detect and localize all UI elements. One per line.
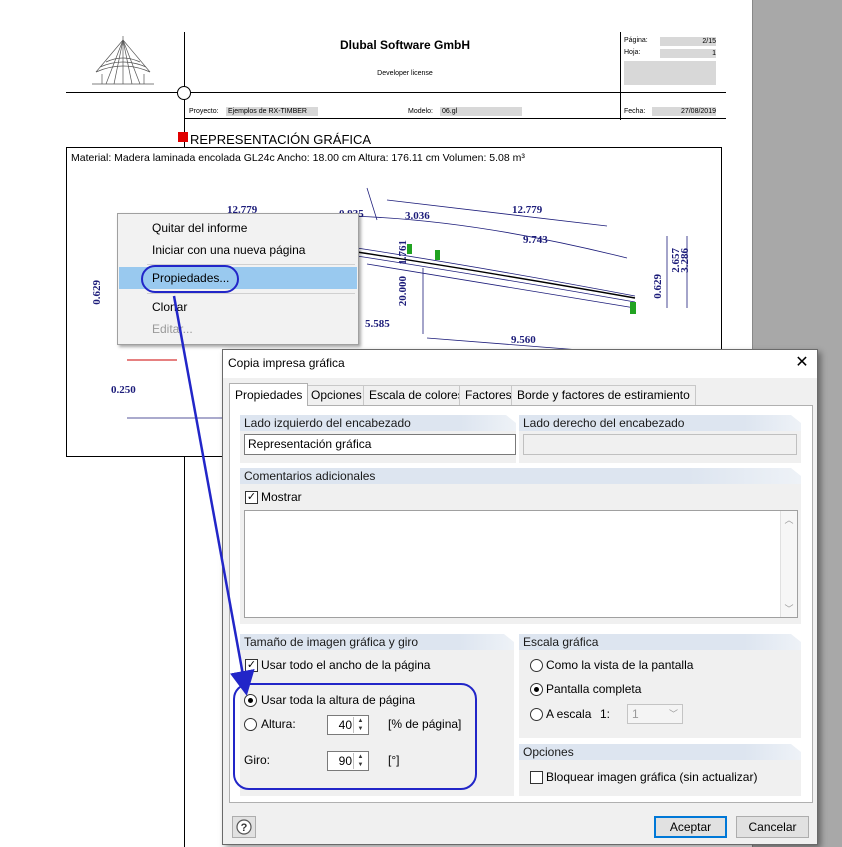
show-comments-checkbox[interactable]: ✓ [245,491,258,504]
scale-custom-label: A escala [546,707,592,721]
close-icon[interactable]: ✕ [791,352,813,374]
tab-options[interactable]: Opciones [305,385,368,405]
menu-item-clone[interactable]: Clonar [119,296,357,318]
dim-label: 0.250 [111,384,136,396]
annotation-oval [233,683,477,790]
dim-label: 20.000 [397,276,409,307]
menu-item-start-new-page[interactable]: Iniciar con una nueva página [119,239,357,261]
date-label: Fecha: [624,108,646,115]
sheet-label: Hoja: [624,49,641,56]
dialog-title: Copia impresa gráfica [228,356,345,370]
header-left-group-label: Lado izquierdo del encabezado [240,415,516,431]
scroll-down-icon[interactable]: ﹀ [781,602,797,615]
header-left-input[interactable]: Representación gráfica [244,434,516,455]
dim-label: 9.560 [511,334,536,346]
scale-full-label: Pantalla completa [546,682,642,696]
scale-custom-radio[interactable] [530,708,543,721]
use-full-width-checkbox[interactable]: ✓ [245,659,258,672]
section-title: REPRESENTACIÓN GRÁFICA [190,132,372,147]
scale-screen-radio[interactable] [530,659,543,672]
dim-label: 9.743 [523,234,548,246]
dlubal-logo-icon [92,36,154,85]
tab-factors[interactable]: Factores [459,385,518,405]
tab-properties[interactable]: Propiedades [229,383,309,406]
tab-color-scale[interactable]: Escala de colores [363,385,470,405]
dim-label: 3.036 [405,210,430,222]
help-button[interactable]: ? [232,816,256,838]
page-value: 2/15 [660,37,716,46]
license-text: Developer license [377,70,433,77]
dim-label: 1.761 [397,240,409,265]
header-note-box [624,61,716,85]
dialog-titlebar[interactable]: Copia impresa gráfica ✕ [223,350,817,378]
model-value: 06.gl [440,107,522,116]
dim-label: 0.629 [91,280,103,305]
options-group-label: Opciones [519,744,801,760]
model-label: Modelo: [408,108,433,115]
menu-separator [147,293,355,294]
scale-full-radio[interactable] [530,683,543,696]
cancel-button[interactable]: Cancelar [736,816,809,838]
svg-text:?: ? [241,822,248,834]
comments-scrollbar[interactable]: ︿ ﹀ [780,511,797,617]
annotation-oval [141,265,239,293]
size-group-label: Tamaño de imagen gráfica y giro [240,634,514,650]
show-comments-label: Mostrar [261,490,302,504]
chevron-down-icon: ﹀ [668,709,678,719]
menu-item-edit: Editar... [152,322,193,336]
section-marker [178,132,188,142]
lock-graphic-checkbox[interactable] [530,771,543,784]
page-label: Página: [624,37,648,44]
date-value: 27/08/2019 [652,107,716,116]
use-full-width-label: Usar todo el ancho de la página [261,658,431,672]
dim-label: 3.286 [679,248,691,273]
dim-label: 12.779 [512,204,543,216]
scale-ratio-select: 1 ﹀ [627,704,683,724]
scale-ratio-prefix: 1: [600,707,611,721]
menu-item-remove-from-report[interactable]: Quitar del informe [119,217,357,239]
header-right-group-label: Lado derecho del encabezado [519,415,801,431]
ok-button[interactable]: Aceptar [654,816,727,838]
comments-textarea[interactable]: ︿ ﹀ [244,510,798,618]
tab-border-stretch[interactable]: Borde y factores de estiramiento [511,385,696,405]
dim-label: 0.629 [652,274,664,299]
help-icon: ? [236,819,252,835]
scroll-up-icon[interactable]: ︿ [781,513,797,526]
comments-group-label: Comentarios adicionales [240,468,801,484]
header-right-input [523,434,797,455]
company-name: Dlubal Software GmbH [339,38,470,52]
project-value: Ejemplos de RX-TIMBER [226,107,318,116]
scale-screen-label: Como la vista de la pantalla [546,658,694,672]
project-label: Proyecto: [189,108,219,115]
scale-group-label: Escala gráfica [519,634,801,650]
sheet-value: 1 [660,49,716,58]
scale-ratio-value: 1 [632,707,639,721]
lock-graphic-label: Bloquear imagen gráfica (sin actualizar) [546,770,758,784]
header-junction-circle [177,86,191,100]
dim-label: 5.585 [365,318,390,330]
